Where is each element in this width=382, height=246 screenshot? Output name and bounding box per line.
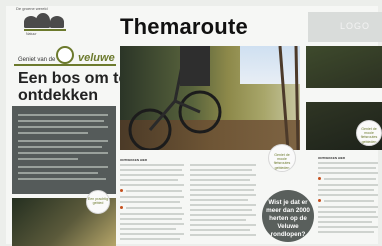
text-line — [190, 184, 256, 186]
text-line — [120, 196, 184, 198]
bullet-dot — [318, 177, 321, 180]
text-line — [126, 190, 182, 192]
header-grey-label: LOGO — [340, 21, 371, 31]
text-line — [18, 132, 88, 134]
leaf-icon — [56, 46, 74, 64]
caption-circle: Geniet de mooie fietsroutes gebieden — [268, 144, 296, 172]
text-line — [120, 174, 184, 176]
text-line — [318, 194, 378, 196]
text-line — [190, 219, 246, 221]
bullet-dot — [120, 189, 123, 192]
text-line — [18, 126, 108, 128]
text-line — [120, 213, 184, 215]
column-title: ONTDEKKEN HIER — [120, 158, 148, 162]
text-line — [190, 189, 254, 191]
text-line — [120, 201, 180, 203]
text-line — [18, 146, 102, 148]
text-line — [324, 200, 374, 202]
rider — [180, 46, 210, 86]
speech-bubble: Een prachtig gebied — [86, 190, 110, 214]
logo: De groene wereld Natuur — [6, 6, 76, 36]
text-line — [18, 114, 108, 116]
text-line — [190, 204, 256, 206]
text-line — [18, 158, 78, 160]
intro-box — [12, 106, 116, 194]
brand-rule — [14, 64, 116, 66]
text-line — [318, 184, 378, 186]
logo-text-bottom: Natuur — [26, 32, 37, 36]
text-line — [190, 234, 256, 236]
text-line — [120, 238, 180, 240]
text-line — [190, 169, 252, 171]
text-line — [318, 221, 372, 223]
text-line — [318, 216, 378, 218]
caption-circle: Geniet de mooie fietsroutes gebieden — [356, 120, 382, 146]
text-line — [18, 178, 106, 180]
main-heading: Een bos om te ontdekken — [18, 70, 128, 104]
tree-icon — [50, 16, 64, 28]
text-line — [190, 209, 252, 211]
text-line — [120, 228, 176, 230]
text-line — [18, 152, 108, 154]
text-line — [120, 223, 184, 225]
text-line — [318, 189, 374, 191]
text-line — [190, 224, 256, 226]
brand-name: veluwe — [78, 52, 115, 64]
text-line — [318, 162, 378, 164]
logo-text-top: De groene wereld — [16, 6, 48, 11]
text-line — [318, 172, 378, 174]
text-line — [324, 178, 376, 180]
text-line — [18, 172, 98, 174]
quote-circle: Wist je dat er meer dan 2000 herten op d… — [262, 190, 314, 242]
text-line — [318, 167, 376, 169]
text-line — [318, 231, 374, 233]
tree-trunks — [278, 46, 300, 150]
brand-prefix: Geniet van de — [18, 57, 56, 63]
text-line — [318, 206, 378, 208]
text-line — [190, 229, 250, 231]
logo-ground — [24, 29, 66, 31]
photo-divider — [306, 88, 382, 102]
text-line — [190, 199, 248, 201]
column-title: ONTDEKKEN HIER — [318, 156, 346, 160]
text-line — [18, 166, 108, 168]
text-line — [120, 164, 184, 166]
text-line — [120, 169, 182, 171]
bike-illustration — [128, 46, 300, 150]
bullet-dot — [120, 206, 123, 209]
text-line — [190, 179, 250, 181]
text-line — [120, 179, 178, 181]
text-line — [190, 164, 256, 166]
bullet-dot — [318, 199, 321, 202]
text-line — [120, 218, 182, 220]
page-title: Themaroute — [120, 14, 248, 39]
text-line — [18, 120, 104, 122]
text-line — [126, 207, 182, 209]
text-line — [190, 174, 256, 176]
tree-icon — [36, 13, 50, 28]
text-line — [190, 194, 256, 196]
text-line — [120, 233, 184, 235]
text-line — [190, 214, 256, 216]
text-line — [18, 140, 108, 142]
text-line — [318, 211, 376, 213]
text-line — [120, 184, 184, 186]
text-line — [318, 226, 378, 228]
